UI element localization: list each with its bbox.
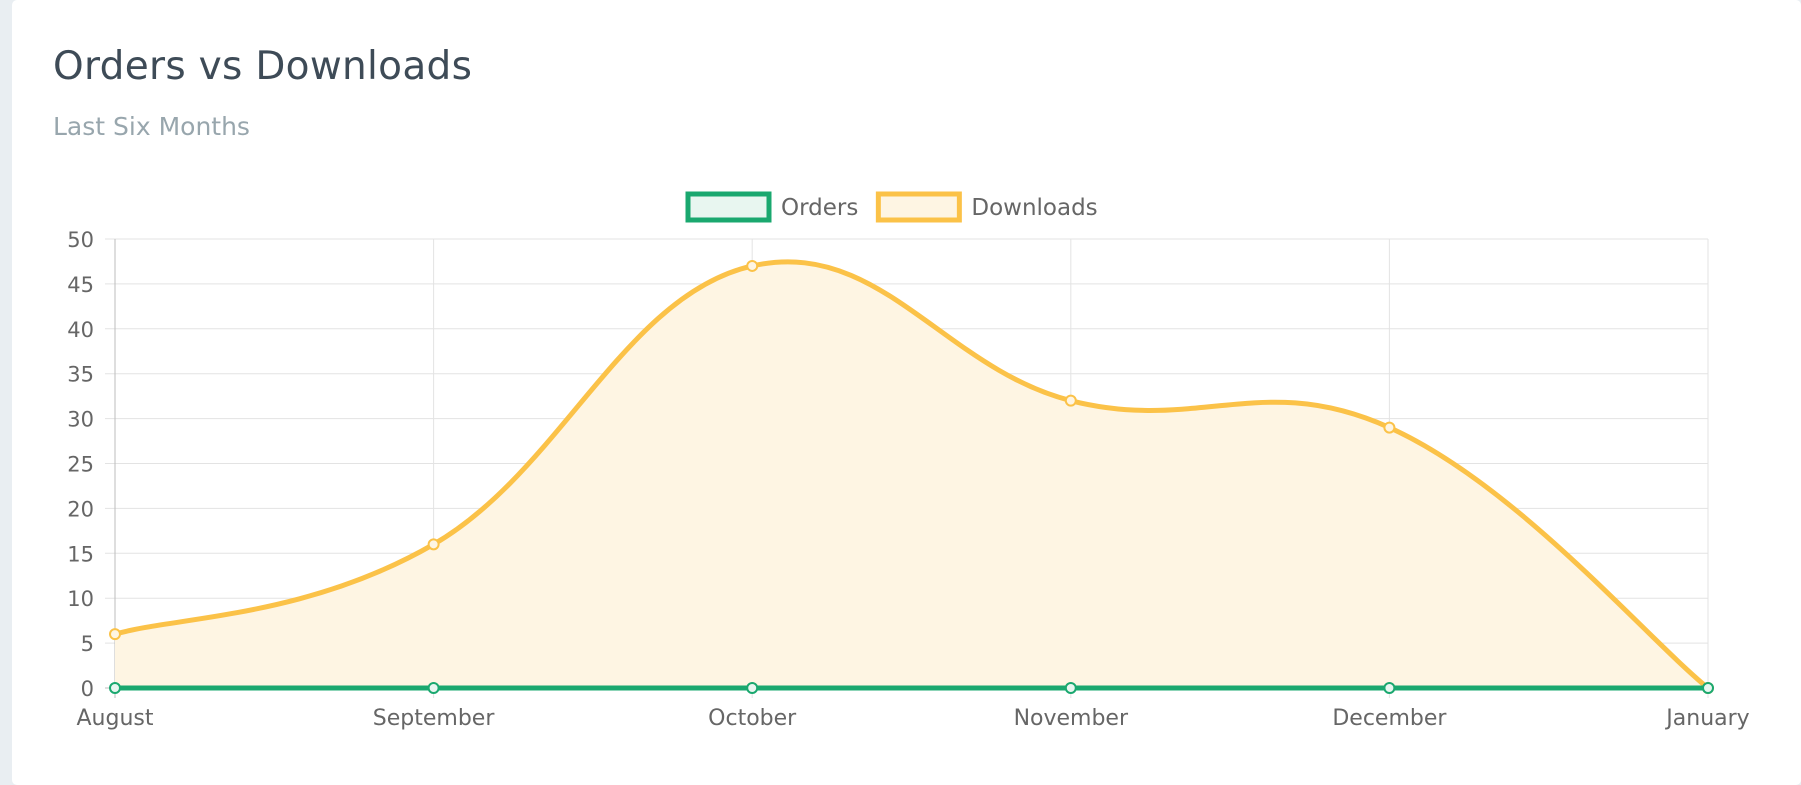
downloads-point [109, 628, 121, 641]
y-tick-label: 15 [67, 542, 94, 566]
x-tick-label: October [708, 706, 797, 731]
y-tick-label: 20 [67, 497, 94, 521]
legend-swatch-downloads [875, 191, 962, 223]
x-tick-label: September [373, 706, 496, 731]
orders-point [1064, 682, 1077, 694]
downloads-point [1383, 421, 1396, 434]
y-tick-label: 40 [67, 318, 94, 342]
downloads-point [746, 259, 759, 272]
y-tick-label: 45 [67, 273, 94, 297]
y-tick-label: 35 [67, 363, 94, 387]
x-tick-label: January [1664, 706, 1749, 731]
y-tick-label: 10 [67, 587, 94, 611]
orders-point [1383, 682, 1396, 694]
legend-label-orders: Orders [781, 195, 858, 221]
orders-point [427, 682, 440, 694]
orders-point [1702, 682, 1714, 694]
y-tick-label: 30 [67, 408, 94, 432]
x-tick-label: December [1332, 706, 1447, 731]
orders-point [746, 682, 759, 694]
y-tick-label: 50 [67, 228, 94, 252]
downloads-point [1064, 394, 1077, 407]
y-tick-label: 5 [81, 632, 94, 656]
line-chart: 0 5 10 15 20 25 30 35 40 45 50 August September Octob… [67, 191, 1750, 731]
x-tick-label: August [77, 706, 154, 731]
downloads-point [427, 538, 440, 551]
y-tick-label: 0 [81, 677, 94, 701]
legend-swatch-orders [685, 191, 772, 223]
y-tick-label: 25 [67, 453, 94, 477]
x-tick-label: November [1014, 706, 1129, 731]
orders-point [109, 682, 121, 694]
legend-label-downloads: Downloads [971, 195, 1097, 221]
